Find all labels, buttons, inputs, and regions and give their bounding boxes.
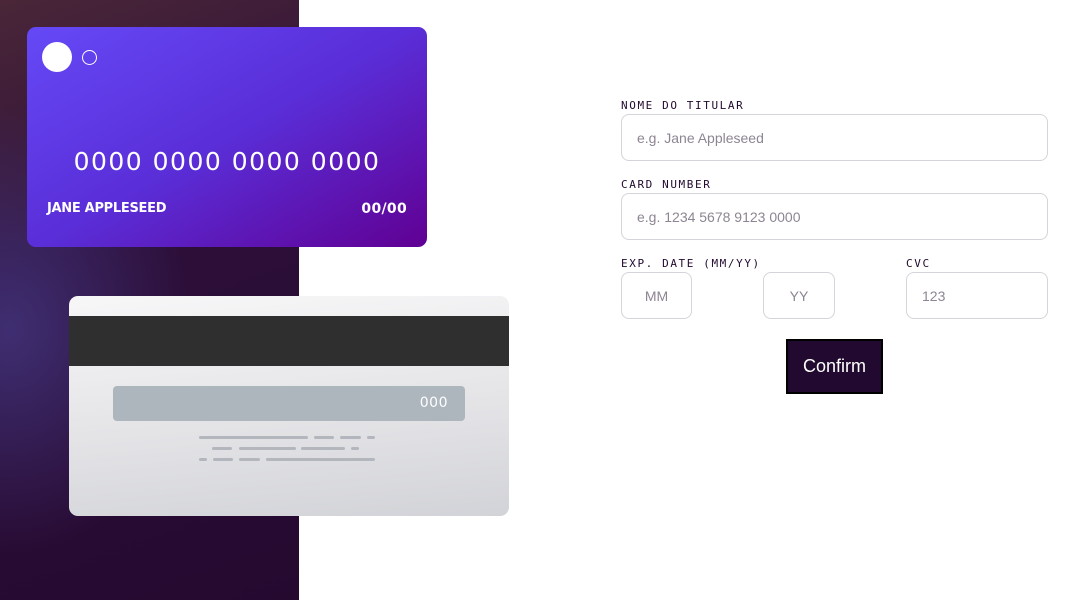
- card-back: 000: [69, 296, 509, 516]
- confirm-button[interactable]: Confirm: [786, 339, 883, 394]
- magnetic-stripe: [69, 316, 509, 366]
- card-number-input[interactable]: [621, 193, 1048, 240]
- card-number-display: 0000 0000 0000 0000: [73, 147, 381, 176]
- expiry-month-input[interactable]: [621, 272, 692, 319]
- card-expiry-display: 00/00: [361, 201, 407, 217]
- cardholder-name-input[interactable]: [621, 114, 1048, 161]
- card-front: 0000 0000 0000 0000 JANE APPLESEED 00/00: [27, 27, 427, 247]
- cardholder-name-label: NOME DO TITULAR: [621, 99, 745, 112]
- card-logo-ring-icon: [82, 50, 97, 65]
- card-number-label: CARD NUMBER: [621, 178, 712, 191]
- cardholder-name-display: JANE APPLESEED: [47, 201, 167, 216]
- card-cvc-display: 000: [113, 386, 465, 421]
- expiry-year-input[interactable]: [763, 272, 835, 319]
- cvc-input[interactable]: [906, 272, 1048, 319]
- expiry-date-label: EXP. DATE (MM/YY): [621, 257, 761, 270]
- cvc-label: CVC: [906, 257, 931, 270]
- card-logo-circle-icon: [42, 42, 72, 72]
